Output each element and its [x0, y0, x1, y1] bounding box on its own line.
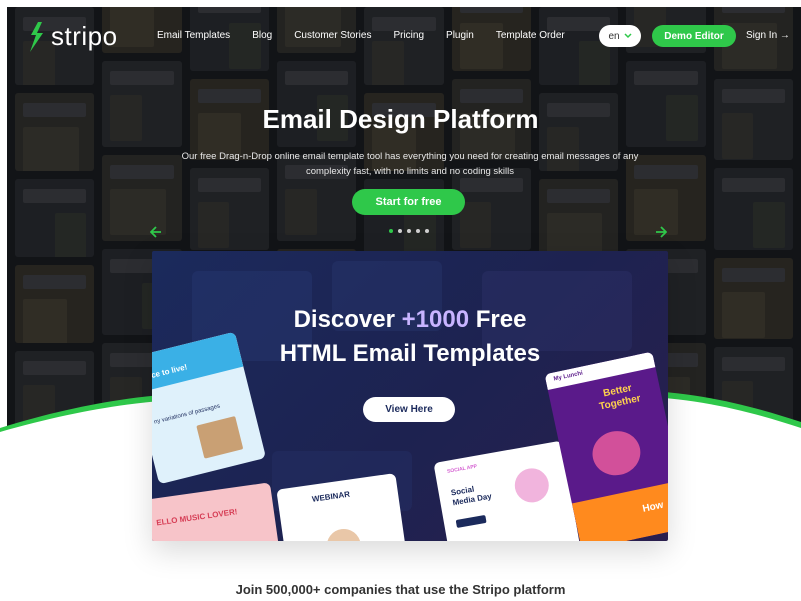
arrow-left-icon[interactable]	[150, 226, 162, 238]
chevron-down-icon	[624, 33, 632, 39]
slider-dot[interactable]	[389, 229, 393, 233]
banner-title-accent: +1000	[401, 306, 470, 333]
slider-dot[interactable]	[416, 229, 420, 233]
card-heading: WEBINAR	[311, 489, 351, 504]
banner-title-part1: Discover	[293, 306, 402, 333]
card-heading: Better Together	[598, 382, 642, 413]
slider-dot[interactable]	[425, 229, 429, 233]
card-heading: Social Media Day	[450, 484, 493, 508]
nav-plugin[interactable]: Plugin	[446, 30, 474, 41]
nav-blog[interactable]: Blog	[252, 30, 272, 41]
nav-customer-stories[interactable]: Customer Stories	[294, 30, 371, 41]
arrow-right-icon[interactable]	[655, 226, 667, 238]
nav-template-order[interactable]: Template Order	[496, 30, 565, 41]
logo-wordmark: stripo	[51, 21, 118, 51]
nav-pricing[interactable]: Pricing	[393, 30, 424, 41]
demo-editor-button[interactable]: Demo Editor	[652, 25, 736, 47]
card-heading: ELLO MUSIC LOVER!	[155, 507, 238, 528]
nav-email-templates[interactable]: Email Templates	[157, 30, 230, 41]
view-here-button[interactable]: View Here	[363, 397, 455, 422]
templates-banner[interactable]: ace to live! ny variations of passages E…	[152, 251, 668, 541]
banner-title: Discover +1000 Free HTML Email Templates	[152, 303, 668, 371]
stripo-logo-icon	[30, 21, 43, 52]
language-selector[interactable]: en	[599, 25, 641, 47]
card-tag: SOCIAL APP	[446, 463, 478, 475]
slider-dots	[389, 229, 429, 233]
hero-subtitle: Our free Drag-n-Drop online email templa…	[181, 151, 639, 177]
banner-title-line2: HTML Email Templates	[279, 340, 541, 367]
signin-link[interactable]: Sign In →	[746, 30, 790, 41]
slider-dot[interactable]	[407, 229, 411, 233]
top-navigation: stripo Email Templates Blog Customer Sto…	[0, 0, 801, 72]
banner-title-part2: Free	[469, 306, 527, 333]
language-value: en	[608, 30, 620, 42]
hero-title: Email Design Platform	[262, 104, 539, 134]
companies-tagline: Join 500,000+ companies that use the Str…	[235, 582, 566, 597]
start-for-free-button[interactable]: Start for free	[352, 189, 465, 215]
stripo-logo[interactable]: stripo	[28, 21, 118, 52]
slider-dot[interactable]	[398, 229, 402, 233]
main-nav: Email Templates Blog Customer Stories Pr…	[157, 30, 587, 41]
